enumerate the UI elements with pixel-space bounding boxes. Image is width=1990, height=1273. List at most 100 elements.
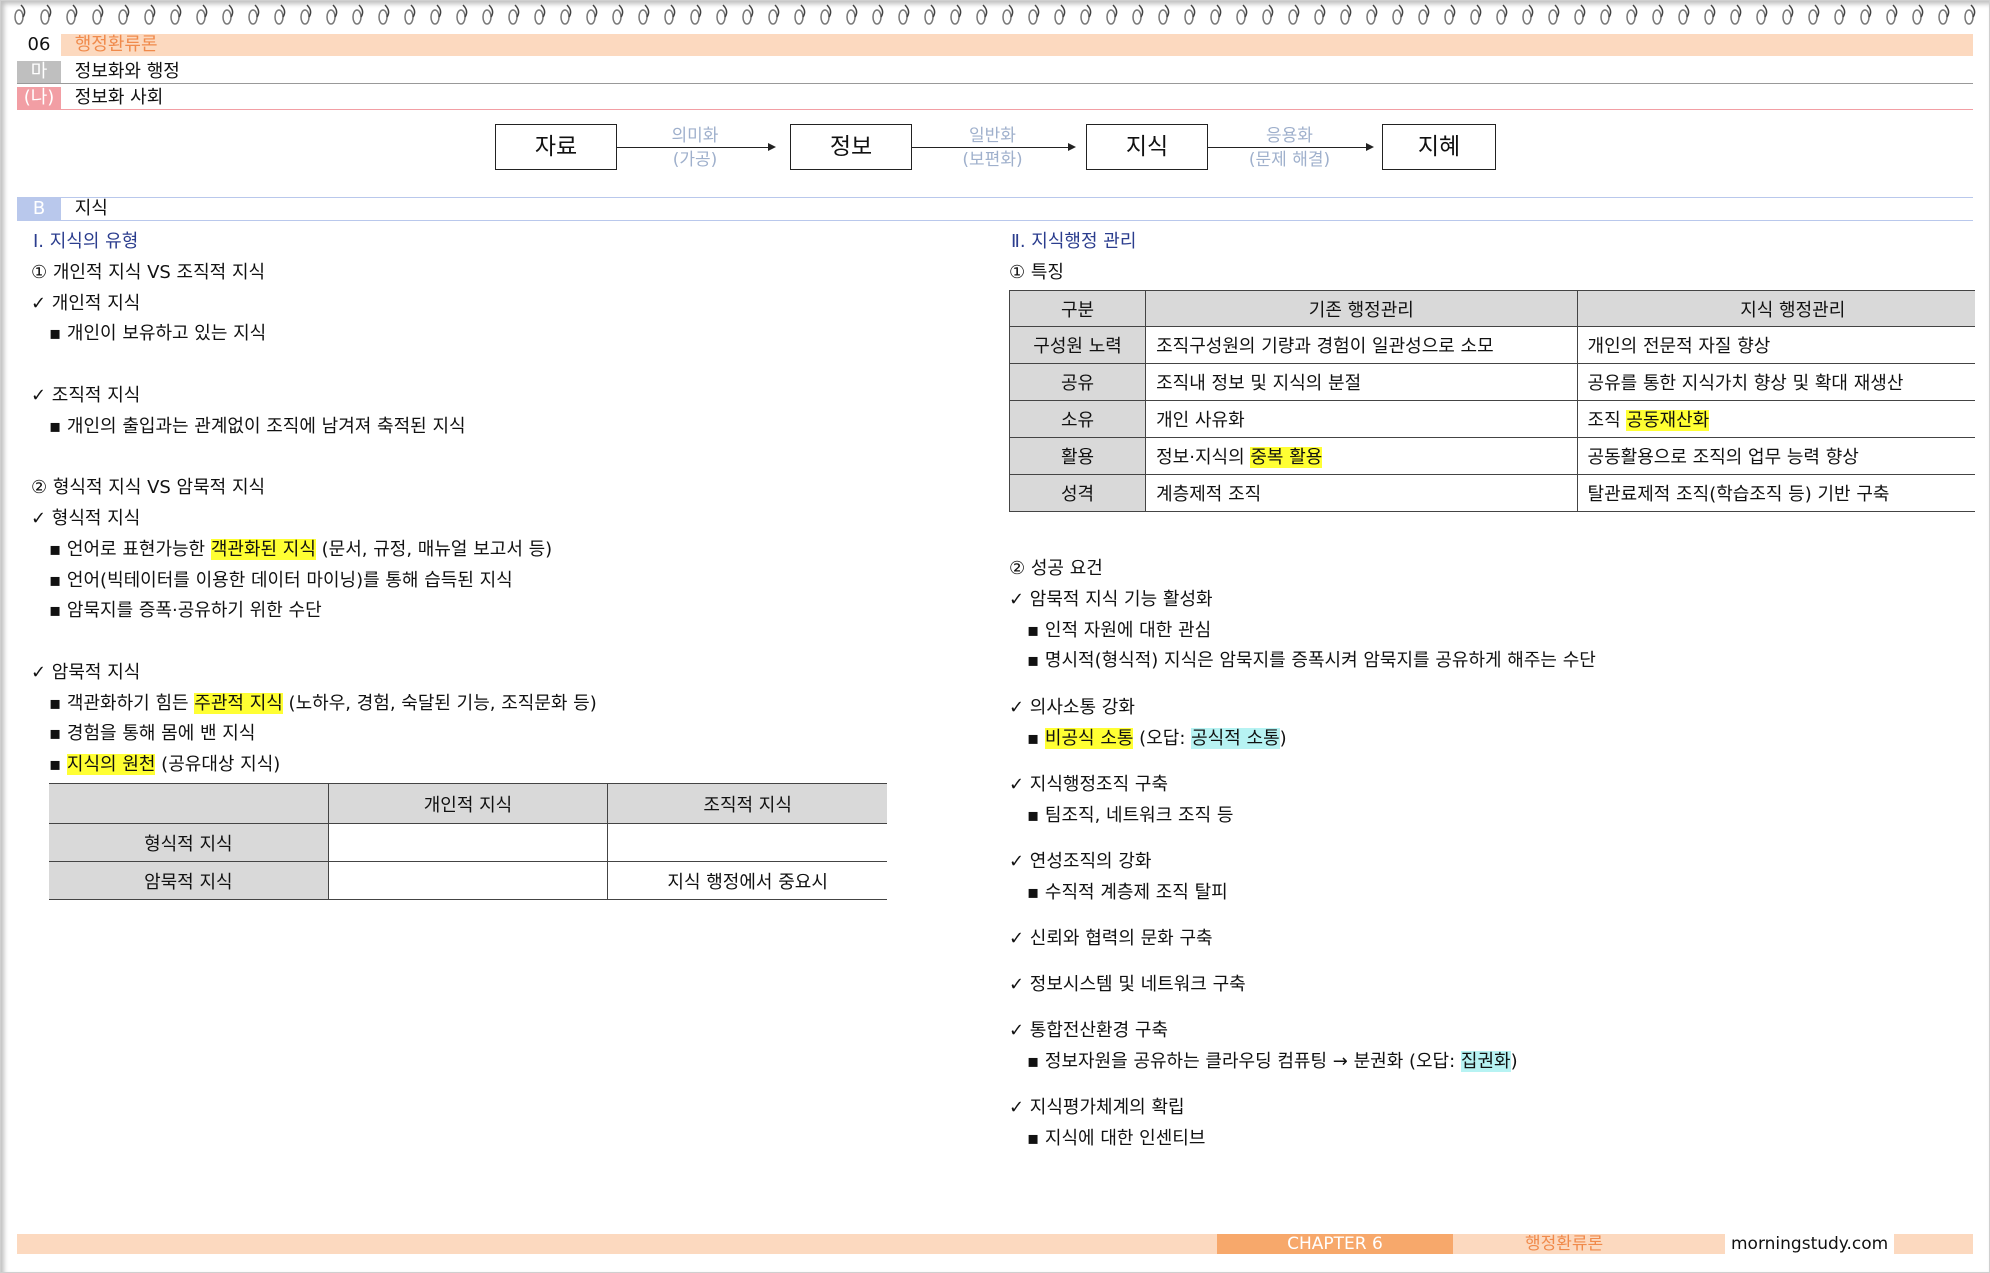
- flow-box-information: 정보: [790, 124, 912, 170]
- spiral-ring: [404, 9, 414, 25]
- spiral-ring: [1938, 9, 1948, 25]
- spiral-ring: [1626, 9, 1636, 25]
- right-r3: ✓ 지식행정조직 구축: [1009, 774, 1169, 795]
- flow-box-knowledge: 지식: [1086, 124, 1208, 170]
- spiral-ring: [326, 9, 336, 25]
- table-cell: 조직 공동재산화: [1576, 400, 1975, 438]
- left-c4-bullet1-b: (노하우, 경험, 숙달된 기능, 조직문화 등): [282, 693, 597, 714]
- right-r3-bullet1: ▪ 팀조직, 네트워크 조직 등: [1027, 805, 1234, 826]
- spiral-ring: [430, 9, 440, 25]
- flow-arrow-3: [1207, 143, 1374, 151]
- table-row: 암묵적 지식 지식 행정에서 중요시: [49, 861, 887, 900]
- table-cell: [327, 823, 609, 862]
- table-row: 공유 조직내 정보 및 지식의 분절 공유를 통한 지식가치 향상 및 확대 재…: [1009, 363, 1975, 401]
- spiral-ring: [248, 9, 258, 25]
- table-cell-text: 조직: [1587, 410, 1627, 431]
- flow-box-data: 자료: [495, 124, 617, 170]
- table-cell: 공유를 통한 지식가치 향상 및 확대 재생산: [1576, 363, 1975, 401]
- spiral-ring: [1964, 9, 1974, 25]
- right-r7-bullet1-highlight: 집권화: [1460, 1051, 1511, 1072]
- spiral-ring: [560, 9, 570, 25]
- table-row-header: 구성원 노력: [1009, 326, 1147, 364]
- spiral-ring: [352, 9, 362, 25]
- right-r8: ✓ 지식평가체계의 확립: [1009, 1097, 1185, 1118]
- table-row: 소유 개인 사유화 조직 공동재산화: [1009, 400, 1975, 438]
- left-heading: Ⅰ. 지식의 유형: [33, 231, 139, 252]
- table-row: 구성원 노력 조직구성원의 기량과 경험이 일관성으로 소모 개인의 전문적 자…: [1009, 326, 1975, 364]
- spiral-ring: [118, 9, 128, 25]
- spiral-ring: [170, 9, 180, 25]
- spiral-ring: [274, 9, 284, 25]
- spiral-ring: [1886, 9, 1896, 25]
- table-header-cell: [49, 783, 329, 824]
- chapter-title: 행정환류론: [74, 34, 158, 55]
- spiral-ring: [92, 9, 102, 25]
- spiral-ring: [1574, 9, 1584, 25]
- left-c3: ✓ 형식적 지식: [31, 508, 141, 529]
- feature-table-wrapper: 구분 기존 행정관리 지식 행정관리 구성원 노력 조직구성원의 기량과 경험이…: [1009, 290, 1975, 516]
- spiral-ring: [1366, 9, 1376, 25]
- table-row: 활용 정보·지식의 중복 활용 공동활용으로 조직의 업무 능력 향상: [1009, 437, 1975, 475]
- right-r4: ✓ 연성조직의 강화: [1009, 851, 1152, 872]
- table-cell: [607, 823, 887, 862]
- spiral-ring: [586, 9, 596, 25]
- right-sub1: ① 특징: [1009, 262, 1064, 283]
- footer-chapter: CHAPTER 6: [1217, 1234, 1453, 1254]
- spiral-ring: [1002, 9, 1012, 25]
- flow-label-1-top: 의미화: [671, 126, 719, 146]
- spiral-ring: [1340, 9, 1350, 25]
- table-row-header: 형식적 지식: [49, 823, 329, 862]
- spiral-ring: [66, 9, 76, 25]
- spiral-ring: [1080, 9, 1090, 25]
- spiral-ring: [1808, 9, 1818, 25]
- spiral-ring: [1210, 9, 1220, 25]
- flow-label-2-bottom: (보편화): [962, 150, 1023, 170]
- spiral-ring: [1262, 9, 1272, 25]
- table-row: 성격 계층제적 조직 탈관료제적 조직(학습조직 등) 기반 구축: [1009, 474, 1975, 512]
- section-tag: 마: [17, 61, 61, 83]
- left-c3-bullet1-b: (문서, 규정, 매뉴얼 보고서 등): [315, 539, 553, 560]
- spiral-ring: [1496, 9, 1506, 25]
- right-r1-bullet2: ▪ 명시적(형식적) 지식은 암묵지를 증폭시켜 암묵지를 공유하게 해주는 수…: [1027, 650, 1596, 671]
- table-cell: 계층제적 조직: [1145, 474, 1578, 512]
- spiral-ring: [1028, 9, 1038, 25]
- table-cell-text: 정보·지식의: [1156, 447, 1251, 468]
- spiral-ring: [820, 9, 830, 25]
- right-r6: ✓ 정보시스템 및 네트워크 구축: [1009, 974, 1246, 995]
- spiral-ring: [1054, 9, 1064, 25]
- spiral-ring: [378, 9, 388, 25]
- section-b-tag: B: [17, 198, 61, 220]
- spiral-ring: [1184, 9, 1194, 25]
- spiral-ring: [1678, 9, 1688, 25]
- table-cell: 정보·지식의 중복 활용: [1145, 437, 1578, 475]
- spiral-ring: [716, 9, 726, 25]
- spiral-ring: [1600, 9, 1610, 25]
- document-page: 06 행정환류론 마 정보화와 행정 (나) 정보화 사회 자료 의미화 (가공…: [0, 0, 1990, 1273]
- spiral-ring: [482, 9, 492, 25]
- table-header-cell: 지식 행정관리: [1576, 290, 1975, 327]
- spiral-ring: [1652, 9, 1662, 25]
- spiral-ring: [638, 9, 648, 25]
- feature-table: 구분 기존 행정관리 지식 행정관리 구성원 노력 조직구성원의 기량과 경험이…: [1009, 290, 1975, 512]
- table-row-header: 공유: [1009, 363, 1147, 401]
- spiral-ring: [664, 9, 674, 25]
- spiral-ring: [1834, 9, 1844, 25]
- spiral-ring: [1548, 9, 1558, 25]
- subsection-title: 정보화 사회: [74, 87, 164, 108]
- spiral-ring: [508, 9, 518, 25]
- footer-bar: CHAPTER 6 행정환류론 morningstudy.com: [17, 1234, 1973, 1254]
- right-r7-bullet1-b: ): [1510, 1051, 1518, 1072]
- left-c4-bullet3: ▪ 지식의 원천 (공유대상 지식): [49, 750, 280, 776]
- spiral-ring: [1236, 9, 1246, 25]
- spiral-ring: [456, 9, 466, 25]
- spiral-ring: [1158, 9, 1168, 25]
- left-c2: ✓ 조직적 지식: [31, 385, 141, 406]
- right-r7-bullet1: ▪ 정보자원을 공유하는 클라우딩 컴퓨팅 → 분권화 (오답: 집권화): [1027, 1047, 1518, 1073]
- left-c4-bullet3-b: (공유대상 지식): [155, 754, 281, 775]
- table-cell: 공동활용으로 조직의 업무 능력 향상: [1576, 437, 1975, 475]
- knowledge-type-table: 개인적 지식 조직적 지식 형식적 지식 암묵적 지식 지식 행정에서 중요시: [49, 783, 887, 900]
- table-row-header: 소유: [1009, 400, 1147, 438]
- left-sub1: ① 개인적 지식 VS 조직적 지식: [31, 262, 266, 283]
- right-r2-bullet1: ▪ 비공식 소통 (오답: 공식적 소통): [1027, 724, 1287, 750]
- spiral-ring: [196, 9, 206, 25]
